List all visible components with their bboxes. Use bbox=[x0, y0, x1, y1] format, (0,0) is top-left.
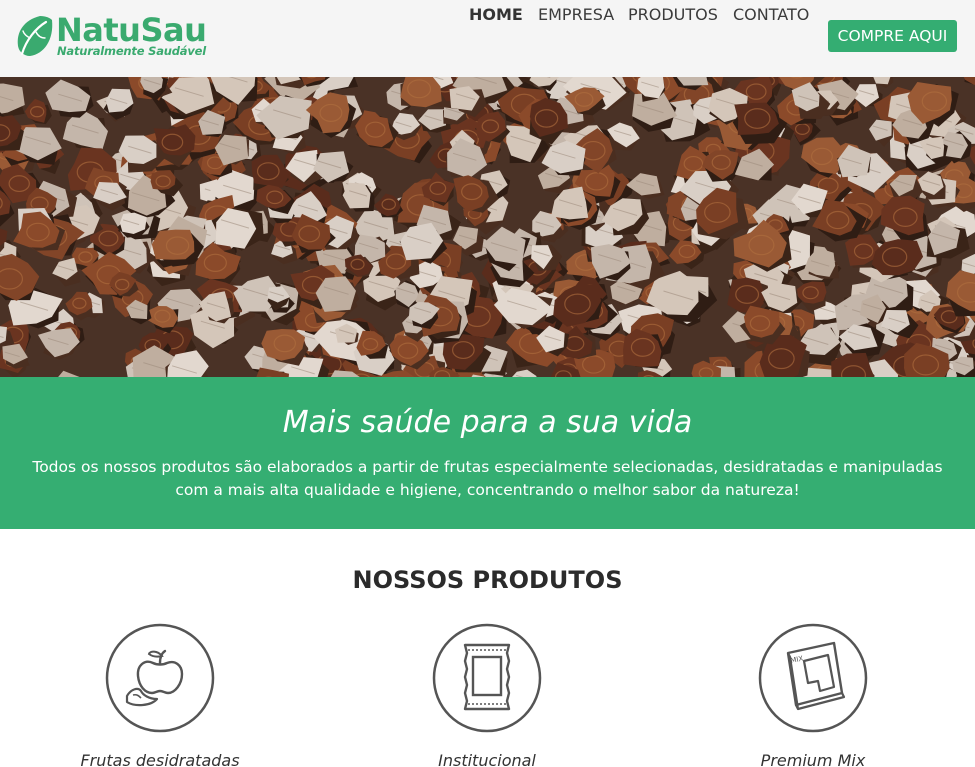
apple-icon bbox=[105, 623, 215, 733]
nav-home[interactable]: HOME bbox=[469, 5, 523, 24]
brand-logo[interactable]: NatuSau Naturalmente Saudável bbox=[16, 11, 207, 60]
mix-box-icon: MIX bbox=[758, 623, 868, 733]
banner-text: Todos os nossos produtos são elaborados … bbox=[32, 458, 943, 499]
package-icon bbox=[432, 623, 542, 733]
nav-contato[interactable]: CONTATO bbox=[733, 5, 809, 24]
dried-bananas-photo bbox=[0, 77, 975, 377]
product-premium-mix[interactable]: MIX Premium Mix bbox=[703, 623, 923, 767]
nav-produtos[interactable]: PRODUTOS bbox=[628, 5, 718, 24]
buy-here-button[interactable]: COMPRE AQUI bbox=[828, 20, 957, 52]
banner-title: Mais saúde para a sua vida bbox=[282, 405, 693, 440]
products-heading: NOSSOS PRODUTOS bbox=[352, 566, 623, 594]
brand-tagline: Naturalmente Saudável bbox=[57, 44, 206, 58]
product-institutional[interactable]: Institucional bbox=[377, 623, 597, 767]
intro-banner: Mais saúde para a sua vida Todos os noss… bbox=[0, 377, 975, 529]
product-label-premium-mix: Premium Mix bbox=[760, 751, 866, 767]
site-header: NatuSau Naturalmente Saudável HOME EMPRE… bbox=[0, 0, 975, 77]
product-label-dried-fruits: Frutas desidratadas bbox=[80, 751, 240, 767]
product-label-institutional: Institucional bbox=[438, 751, 536, 767]
hero-image bbox=[0, 77, 975, 377]
nav-empresa[interactable]: EMPRESA bbox=[538, 5, 614, 24]
product-dried-fruits[interactable]: Frutas desidratadas bbox=[50, 623, 270, 767]
leaf-icon bbox=[17, 16, 53, 56]
